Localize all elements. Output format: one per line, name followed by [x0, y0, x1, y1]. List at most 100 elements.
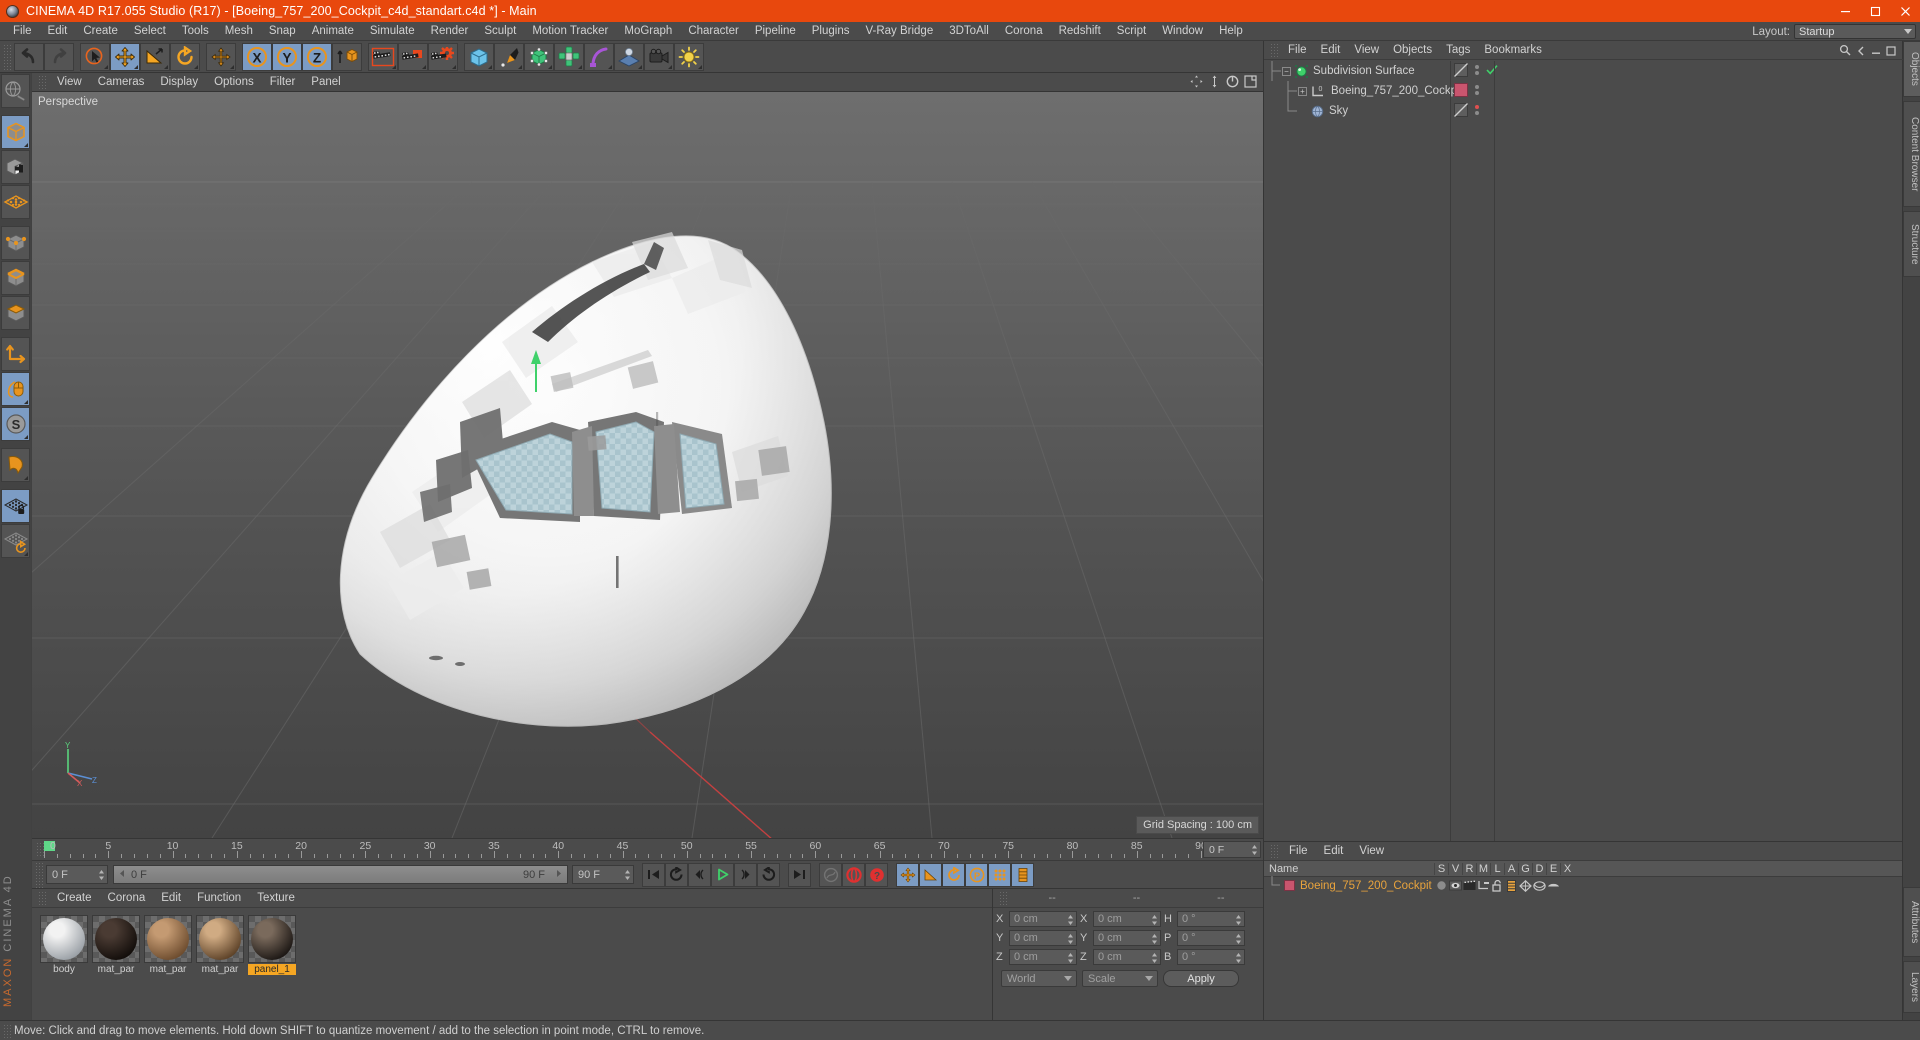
object-manager-grip[interactable] — [1270, 42, 1279, 58]
deformer-bend-icon[interactable] — [584, 42, 614, 71]
hierarchy-icon[interactable] — [1476, 880, 1490, 891]
record-active-objects-button[interactable] — [842, 862, 865, 887]
generator-nurbs-icon[interactable] — [524, 42, 554, 71]
material-item[interactable]: mat_par — [196, 915, 244, 975]
material-preview[interactable] — [92, 915, 140, 963]
viewport-menu-filter[interactable]: Filter — [262, 76, 304, 88]
render-to-picture-viewer-icon[interactable] — [398, 42, 428, 71]
object-list-row[interactable]: Boeing_757_200_Cockpit — [1264, 875, 1902, 894]
menu-script[interactable]: Script — [1109, 22, 1154, 41]
current-frame-field[interactable]: 0 F — [46, 865, 108, 884]
point-mode-icon[interactable] — [1, 226, 30, 260]
undo-icon[interactable] — [14, 42, 44, 71]
menu-redshift[interactable]: Redshift — [1051, 22, 1109, 41]
field-size-z[interactable]: 0 cm — [1093, 948, 1161, 965]
lock-workplane-icon[interactable] — [1, 489, 30, 523]
material-menu-corona[interactable]: Corona — [100, 892, 154, 904]
visibility-dots[interactable] — [1474, 83, 1480, 100]
viewport-menu-options[interactable]: Options — [206, 76, 262, 88]
make-editable-icon[interactable] — [1, 74, 30, 108]
column-header-e[interactable]: E — [1546, 862, 1560, 875]
layer-stack-icon[interactable] — [1504, 879, 1518, 892]
move-tool-icon[interactable] — [110, 42, 140, 71]
material-item[interactable]: mat_par — [92, 915, 140, 975]
object-list-menu-edit[interactable]: Edit — [1316, 845, 1352, 857]
menu-edit[interactable]: Edit — [40, 22, 76, 41]
viewport-solo-icon[interactable] — [1, 372, 30, 406]
visibility-dots[interactable] — [1474, 63, 1480, 80]
object-menu-view[interactable]: View — [1347, 44, 1386, 56]
go-to-end-button[interactable] — [788, 862, 811, 887]
render-settings-icon[interactable] — [428, 42, 458, 71]
render-view-icon[interactable] — [368, 42, 398, 71]
object-axis-mode-icon[interactable] — [1, 337, 30, 371]
redo-icon[interactable] — [44, 42, 74, 71]
solo-dot-icon[interactable] — [1434, 880, 1448, 891]
go-to-start-button[interactable] — [642, 862, 665, 887]
menu-mesh[interactable]: Mesh — [217, 22, 261, 41]
arrow-left-icon[interactable] — [1856, 45, 1866, 59]
previous-frame-button[interactable] — [688, 862, 711, 887]
menu-file[interactable]: File — [5, 22, 40, 41]
timeline-end-field[interactable]: 0 F — [1203, 841, 1261, 858]
column-header-name[interactable]: Name — [1264, 863, 1434, 875]
right-tab-attributes[interactable]: Attributes — [1903, 887, 1920, 957]
coordinate-mode-dropdown[interactable]: Scale — [1082, 970, 1158, 987]
field-size-x[interactable]: 0 cm — [1093, 910, 1161, 927]
field-pos-x[interactable]: 0 cm — [1009, 910, 1077, 927]
material-menu-create[interactable]: Create — [49, 892, 100, 904]
face-mode-icon[interactable] — [1, 296, 30, 330]
column-header-a[interactable]: A — [1504, 862, 1518, 875]
viewport-menu-display[interactable]: Display — [152, 76, 206, 88]
scrub-left-arrow-icon[interactable] — [118, 869, 127, 881]
object-list-grip[interactable] — [1270, 843, 1279, 859]
object-menu-edit[interactable]: Edit — [1314, 44, 1348, 56]
right-tab-structure[interactable]: Structure — [1903, 211, 1920, 277]
deformer-icon[interactable] — [1532, 880, 1546, 892]
maximize-button[interactable] — [1860, 0, 1890, 22]
viewport-menu-panel[interactable]: Panel — [303, 76, 348, 88]
timeline-ruler[interactable]: 0 5 10 15 20 25 30 35 40 45 50 55 60 65 70 75 80 85 90 0 F — [32, 838, 1263, 861]
environment-floor-icon[interactable] — [614, 42, 644, 71]
planar-workplane-icon[interactable] — [1, 524, 30, 558]
record-position-button[interactable] — [896, 862, 919, 887]
record-pla-button[interactable] — [988, 862, 1011, 887]
expand-toggle[interactable]: + — [1298, 86, 1307, 96]
menu-vray-bridge[interactable]: V-Ray Bridge — [857, 22, 941, 41]
menu-motion-tracker[interactable]: Motion Tracker — [524, 22, 616, 41]
material-tag-icon[interactable] — [1454, 82, 1468, 100]
move-axis-icon[interactable] — [206, 42, 236, 71]
world-object-coordinates-icon[interactable] — [332, 42, 362, 71]
object-tree-row[interactable]: +0 Boeing_757_200_Cockpit — [1264, 81, 1903, 101]
field-rot-b[interactable]: 0 ° — [1177, 948, 1245, 965]
end-frame-field[interactable]: 90 F — [572, 865, 634, 884]
material-menu-texture[interactable]: Texture — [249, 892, 303, 904]
viewport-menu-cameras[interactable]: Cameras — [90, 76, 153, 88]
field-size-y[interactable]: 0 cm — [1093, 929, 1161, 946]
field-pos-z[interactable]: 0 cm — [1009, 948, 1077, 965]
spinner-icon[interactable] — [1251, 844, 1258, 856]
material-preview[interactable] — [144, 915, 192, 963]
live-selection-icon[interactable] — [80, 42, 110, 71]
menu-create[interactable]: Create — [75, 22, 126, 41]
object-menu-objects[interactable]: Objects — [1386, 44, 1439, 56]
model-mode-icon[interactable] — [1, 115, 30, 149]
unlock-icon[interactable] — [1490, 879, 1504, 892]
object-menu-file[interactable]: File — [1281, 44, 1314, 56]
generator-icon[interactable] — [1518, 879, 1532, 892]
timeline-track[interactable]: 0 5 10 15 20 25 30 35 40 45 50 55 60 65 70 75 80 85 90 — [44, 839, 1207, 861]
scrub-right-arrow-icon[interactable] — [554, 869, 563, 881]
zoom-view-icon[interactable] — [1208, 75, 1221, 91]
expand-toggle[interactable]: − — [1282, 66, 1291, 76]
toolbar-grip[interactable] — [3, 43, 12, 70]
next-keyframe-button[interactable] — [757, 862, 780, 887]
object-list-menu-file[interactable]: File — [1281, 845, 1316, 857]
material-preview[interactable] — [196, 915, 244, 963]
column-header-g[interactable]: G — [1518, 862, 1532, 875]
keyframe-selection-button[interactable]: ? — [865, 862, 888, 887]
column-header-s[interactable]: S — [1434, 862, 1448, 875]
column-header-m[interactable]: M — [1476, 862, 1490, 875]
axis-z-lock-icon[interactable]: Z — [302, 42, 332, 71]
play-button[interactable] — [711, 862, 734, 887]
search-icon[interactable] — [1839, 44, 1851, 59]
